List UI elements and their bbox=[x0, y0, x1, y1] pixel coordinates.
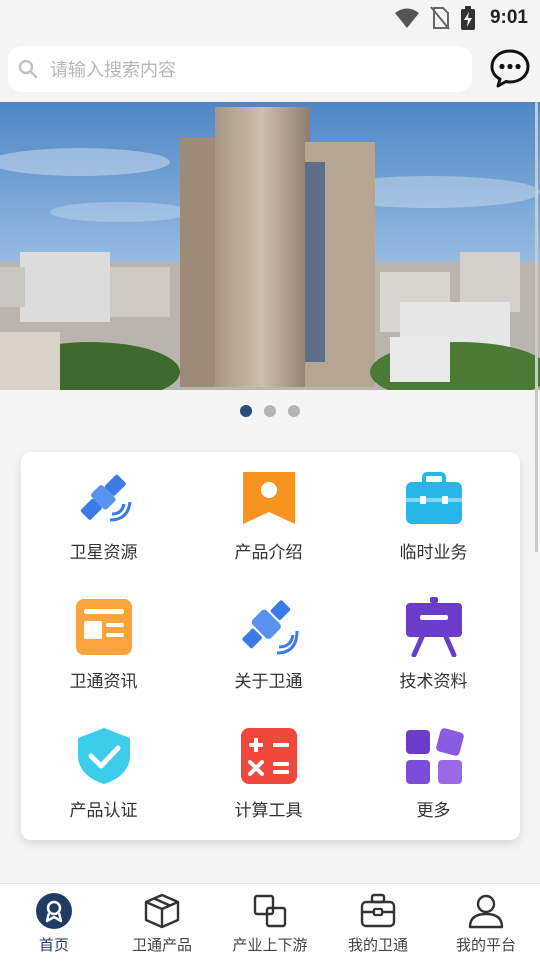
briefcase-icon bbox=[405, 472, 462, 524]
grid-label: 计算工具 bbox=[234, 801, 303, 821]
tab-label: 首页 bbox=[38, 936, 69, 954]
easel-icon bbox=[405, 597, 462, 657]
grid-label: 产品介绍 bbox=[234, 543, 303, 563]
scrollbar[interactable] bbox=[535, 102, 538, 552]
grid-label: 临时业务 bbox=[399, 543, 468, 563]
carousel-dot-3[interactable] bbox=[288, 405, 300, 417]
no-sim-icon bbox=[430, 6, 450, 30]
tab-label: 我的卫通 bbox=[347, 936, 408, 954]
calculator-icon bbox=[240, 728, 297, 784]
grid-item-temporary-business[interactable]: 临时业务 bbox=[351, 452, 516, 580]
tab-home[interactable]: 首页 bbox=[0, 884, 108, 961]
tab-products[interactable]: 卫通产品 bbox=[108, 884, 216, 961]
battery-charging-icon bbox=[460, 6, 475, 30]
chain-squares-icon bbox=[253, 894, 287, 928]
tab-my-satcom[interactable]: 我的卫通 bbox=[324, 884, 432, 961]
cube-icon bbox=[144, 893, 180, 929]
wifi-icon bbox=[394, 8, 419, 28]
toolbox-icon bbox=[360, 893, 396, 928]
shield-check-icon bbox=[77, 728, 130, 784]
grid-label: 卫星资源 bbox=[69, 543, 138, 563]
tab-label: 卫通产品 bbox=[131, 936, 192, 954]
tab-industry-chain[interactable]: 产业上下游 bbox=[216, 884, 324, 961]
tab-label: 我的平台 bbox=[455, 936, 516, 954]
grid-item-tech-docs[interactable]: 技术资料 bbox=[351, 581, 516, 709]
home-badge-icon bbox=[36, 893, 72, 929]
search-icon bbox=[18, 59, 38, 79]
grid-label: 技术资料 bbox=[399, 672, 468, 692]
grid-item-about[interactable]: 关于卫通 bbox=[186, 581, 351, 709]
carousel-indicators bbox=[0, 396, 540, 426]
bottom-tab-bar: 首页 卫通产品 产业上下游 我的卫通 我的平台 bbox=[0, 883, 540, 961]
grid-item-calculator[interactable]: 计算工具 bbox=[186, 710, 351, 838]
status-icons: 9:01 bbox=[394, 6, 528, 30]
grid-item-satellite-resources[interactable]: 卫星资源 bbox=[21, 452, 186, 580]
carousel-dot-1[interactable] bbox=[240, 405, 252, 417]
search-box[interactable] bbox=[8, 46, 472, 94]
satellite-about-icon bbox=[241, 600, 298, 655]
feature-grid: 卫星资源 产品介绍 临时业务 卫通资讯 关于卫通 技术资料 产品认证 计算工具 … bbox=[21, 452, 520, 840]
tab-label: 产业上下游 bbox=[232, 936, 308, 954]
product-tag-icon bbox=[242, 472, 295, 524]
status-time: 9:01 bbox=[489, 7, 528, 28]
search-row bbox=[0, 36, 540, 102]
grid-label: 产品认证 bbox=[69, 801, 138, 821]
user-icon bbox=[468, 894, 504, 929]
grid-item-news[interactable]: 卫通资讯 bbox=[21, 581, 186, 709]
grid-label: 更多 bbox=[416, 801, 451, 821]
banner-carousel[interactable] bbox=[0, 102, 540, 390]
news-icon bbox=[75, 599, 132, 655]
banner-image bbox=[0, 102, 540, 390]
tab-my-platform[interactable]: 我的平台 bbox=[432, 884, 540, 961]
search-input[interactable] bbox=[48, 46, 462, 94]
carousel-dot-2[interactable] bbox=[264, 405, 276, 417]
satellite-icon bbox=[80, 474, 131, 522]
grid-item-product-intro[interactable]: 产品介绍 bbox=[186, 452, 351, 580]
grid-item-certification[interactable]: 产品认证 bbox=[21, 710, 186, 838]
status-bar: 9:01 bbox=[0, 0, 540, 36]
grid-label: 关于卫通 bbox=[234, 672, 303, 692]
grid-item-more[interactable]: 更多 bbox=[351, 710, 516, 838]
message-icon[interactable] bbox=[490, 48, 530, 88]
grid-label: 卫通资讯 bbox=[69, 672, 138, 692]
more-grid-icon bbox=[405, 728, 464, 784]
